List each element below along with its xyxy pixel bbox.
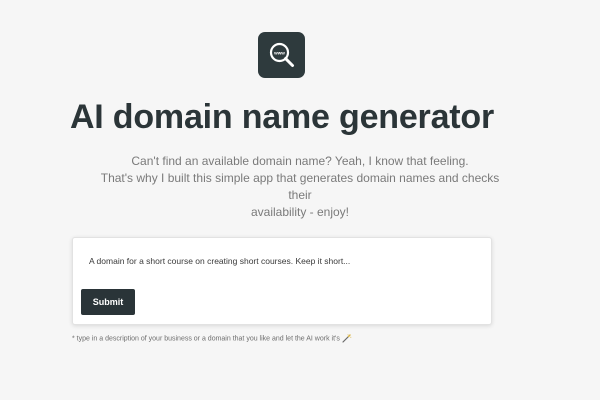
intro-line-3: availability - enjoy! <box>250 205 350 219</box>
logo: www <box>258 32 305 78</box>
magnifier-www-icon: www <box>269 42 294 67</box>
page-title: AI domain name generator <box>69 98 495 136</box>
description-input[interactable] <box>89 252 479 270</box>
svg-text:www: www <box>273 50 285 55</box>
intro-line-2: That's why I built this simple app that … <box>100 171 500 202</box>
intro-text: Can't find an available domain name? Yea… <box>100 153 500 221</box>
magic-wand-icon <box>342 334 352 343</box>
hint-text: * type in a description of your business… <box>72 334 352 343</box>
intro-line-1: Can't find an available domain name? Yea… <box>131 154 469 168</box>
submit-button[interactable]: Submit <box>81 289 135 315</box>
page: www AI domain name generator Can't find … <box>0 0 600 400</box>
domain-form: Submit <box>72 237 492 325</box>
hint-label: * type in a description of your business… <box>72 335 340 343</box>
